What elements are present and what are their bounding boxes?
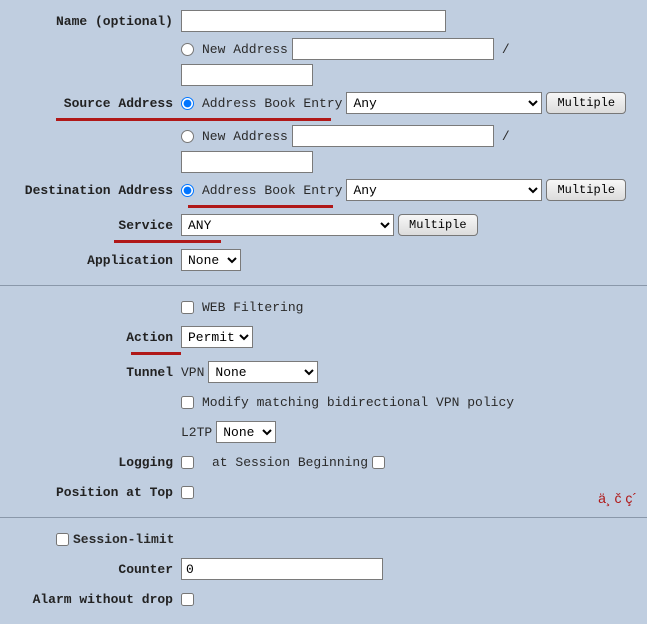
watermark-text: ä¸ č ç´ [598,490,637,506]
src-multiple-button[interactable]: Multiple [546,92,626,114]
dst-book-radio[interactable] [181,184,194,197]
webfilter-label: WEB Filtering [202,300,303,315]
destination-address-label: Destination Address [6,183,181,198]
application-select[interactable]: None [181,249,241,271]
dst-new-input2[interactable] [181,151,313,173]
src-new-radio[interactable] [181,43,194,56]
position-checkbox[interactable] [181,486,194,499]
tunnel-vpn-prefix: VPN [181,365,204,380]
dst-book-select[interactable]: Any [346,179,542,201]
name-input[interactable] [181,10,446,32]
dst-book-label: Address Book Entry [202,183,342,198]
service-label: Service [6,218,181,233]
dst-new-label: New Address [202,129,288,144]
counter-label: Counter [6,562,181,577]
application-label: Application [6,253,181,268]
logging-checkbox[interactable] [181,456,194,469]
logging-sess-label: at Session Beginning [212,455,368,470]
src-new-input2[interactable] [181,64,313,86]
alarm-checkbox[interactable] [181,593,194,606]
modify-vpn-label: Modify matching bidirectional VPN policy [202,395,514,410]
tunnel-vpn-select[interactable]: None [208,361,318,383]
tunnel-label: Tunnel [6,365,181,380]
underline-service [114,240,221,243]
dst-new-radio[interactable] [181,130,194,143]
action-label: Action [6,330,181,345]
src-new-input1[interactable] [292,38,494,60]
tunnel-l2tp-select[interactable]: None [216,421,276,443]
dst-new-input1[interactable] [292,125,494,147]
action-select[interactable]: Permit [181,326,253,348]
src-new-label: New Address [202,42,288,57]
session-limit-label: Session-limit [73,532,174,547]
position-label: Position at Top [6,485,181,500]
dst-slash: / [498,129,514,144]
src-book-label: Address Book Entry [202,96,342,111]
source-address-label: Source Address [6,96,181,111]
modify-vpn-checkbox[interactable] [181,396,194,409]
service-multiple-button[interactable]: Multiple [398,214,478,236]
src-book-select[interactable]: Any [346,92,542,114]
underline-source [56,118,331,121]
logging-label: Logging [6,455,181,470]
name-label: Name (optional) [6,14,181,29]
underline-destination [188,205,333,208]
service-select[interactable]: ANY [181,214,394,236]
counter-input[interactable] [181,558,383,580]
logging-sess-checkbox[interactable] [372,456,385,469]
underline-action [131,352,181,355]
tunnel-l2tp-prefix: L2TP [181,425,212,440]
session-limit-checkbox[interactable] [56,533,69,546]
dst-multiple-button[interactable]: Multiple [546,179,626,201]
src-book-radio[interactable] [181,97,194,110]
alarm-label: Alarm without drop [6,592,181,607]
webfilter-checkbox[interactable] [181,301,194,314]
src-slash: / [498,42,514,57]
